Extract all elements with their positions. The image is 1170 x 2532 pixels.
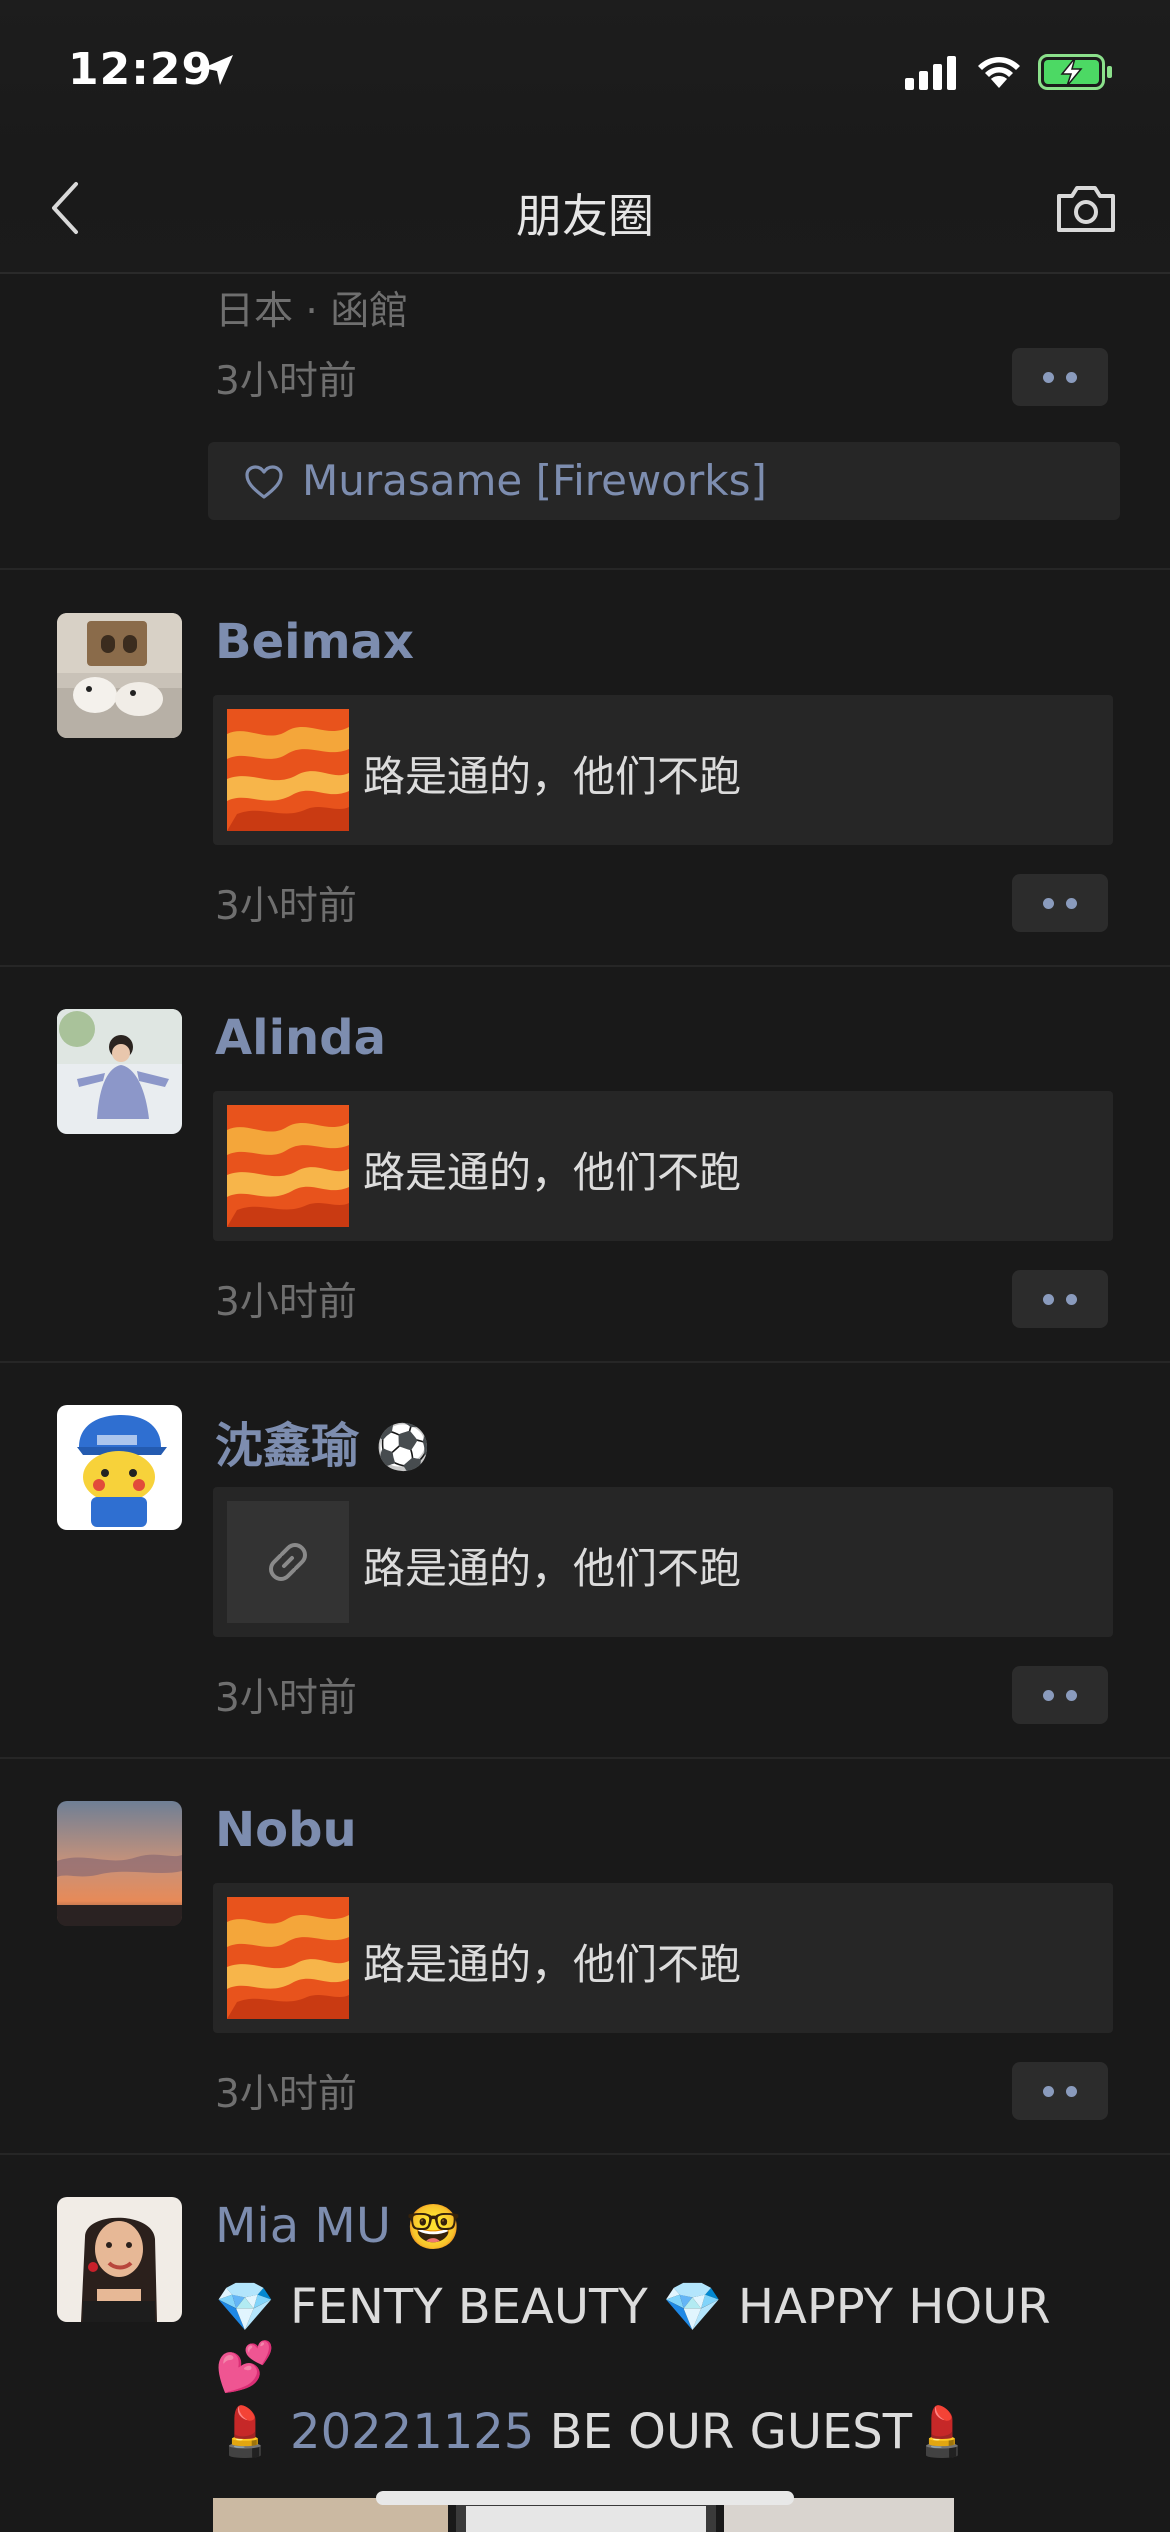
post-text-line: 💕 [215,2339,275,2395]
likes-box: Murasame [Fireworks] [208,442,1120,520]
user-name[interactable]: Mia MU 🤓 [215,2198,461,2254]
link-thumbnail [227,1501,349,1623]
post-location[interactable]: 日本 · 函館 [215,280,408,336]
post-time: 3小时前 [215,1280,357,1325]
article-thumbnail [227,1897,349,2019]
link-icon [269,1543,307,1581]
dot-icon [1066,1293,1077,1305]
more-actions-button[interactable] [1012,348,1108,406]
post-divider [0,1361,1170,1363]
post-divider [0,965,1170,967]
user-name[interactable]: Alinda [215,1010,386,1066]
avatar[interactable] [57,1801,182,1926]
more-actions-button[interactable] [1012,874,1108,932]
post-time: 3小时前 [215,2072,357,2117]
cellular-signal-icon [905,56,956,90]
moments-feed[interactable]: 日本 · 函館 3小时前 Murasame [Fireworks] Beimax [0,0,1170,2532]
shared-article-card[interactable]: 路是通的，他们不跑 [213,1487,1113,1637]
post-time: 3小时前 [215,359,357,404]
lipstick-emoji: 💄 [215,2404,275,2460]
user-name-text[interactable]: Mia MU [215,2198,391,2254]
nerd-face-emoji: 🤓 [406,2202,462,2253]
avatar[interactable] [57,613,182,738]
more-actions-button[interactable] [1012,2062,1108,2120]
user-name[interactable]: Nobu [215,1802,357,1858]
post-text: BE OUR GUEST [534,2404,913,2460]
battery-charging-icon [1038,54,1112,90]
article-title: 路是通的，他们不跑 [363,1148,742,1197]
shared-article-card[interactable]: 路是通的，他们不跑 [213,1091,1113,1241]
more-actions-button[interactable] [1012,1270,1108,1328]
avatar[interactable] [57,1405,182,1530]
article-title: 路是通的，他们不跑 [363,1544,742,1593]
avatar[interactable] [57,1009,182,1134]
dot-icon [1066,2085,1077,2097]
user-name-text[interactable]: 沈鑫瑜 [215,1418,359,1474]
post-time: 3小时前 [215,884,357,929]
status-time: 12:29 [68,44,214,95]
dot-icon [1043,371,1054,383]
post-text-line: 💎 FENTY BEAUTY 💎 HAPPY HOUR [215,2279,1051,2335]
lipstick-emoji: 💄 [912,2404,972,2460]
page-title: 朋友圈 [516,189,654,243]
user-name[interactable]: 沈鑫瑜 ⚽ [215,1406,431,1476]
user-name[interactable]: Beimax [215,614,414,670]
soccer-ball-icon: ⚽ [375,1422,431,1473]
dot-icon [1043,1293,1054,1305]
dot-icon [1043,897,1054,909]
dot-icon [1043,1689,1054,1701]
article-title: 路是通的，他们不跑 [363,1940,742,1989]
post-divider [0,2153,1170,2155]
article-thumbnail [227,1105,349,1227]
article-title: 路是通的，他们不跑 [363,752,742,801]
post-time: 3小时前 [215,1676,357,1721]
article-thumbnail [227,709,349,831]
avatar[interactable] [57,2197,182,2322]
shared-article-card[interactable]: 路是通的，他们不跑 [213,695,1113,845]
post-divider [0,1757,1170,1759]
navigation-bar: 12:29 朋友圈 [0,0,1170,274]
more-actions-button[interactable] [1012,1666,1108,1724]
camera-icon[interactable] [1054,182,1118,236]
dot-icon [1066,371,1077,383]
location-arrow-icon [203,55,233,85]
post-divider [0,568,1170,570]
shared-article-card[interactable]: 路是通的，他们不跑 [213,1883,1113,2033]
like-user-name[interactable]: Murasame [Fireworks] [302,456,767,505]
date-link[interactable]: 20221125 [290,2404,534,2460]
dot-icon [1066,897,1077,909]
home-indicator[interactable] [376,2491,794,2505]
dot-icon [1043,2085,1054,2097]
dot-icon [1066,1689,1077,1701]
heart-icon [245,465,283,499]
post-image-content [466,2506,706,2532]
wifi-icon [978,57,1020,88]
post-text-line: 💄 20221125 BE OUR GUEST💄 [215,2403,972,2460]
